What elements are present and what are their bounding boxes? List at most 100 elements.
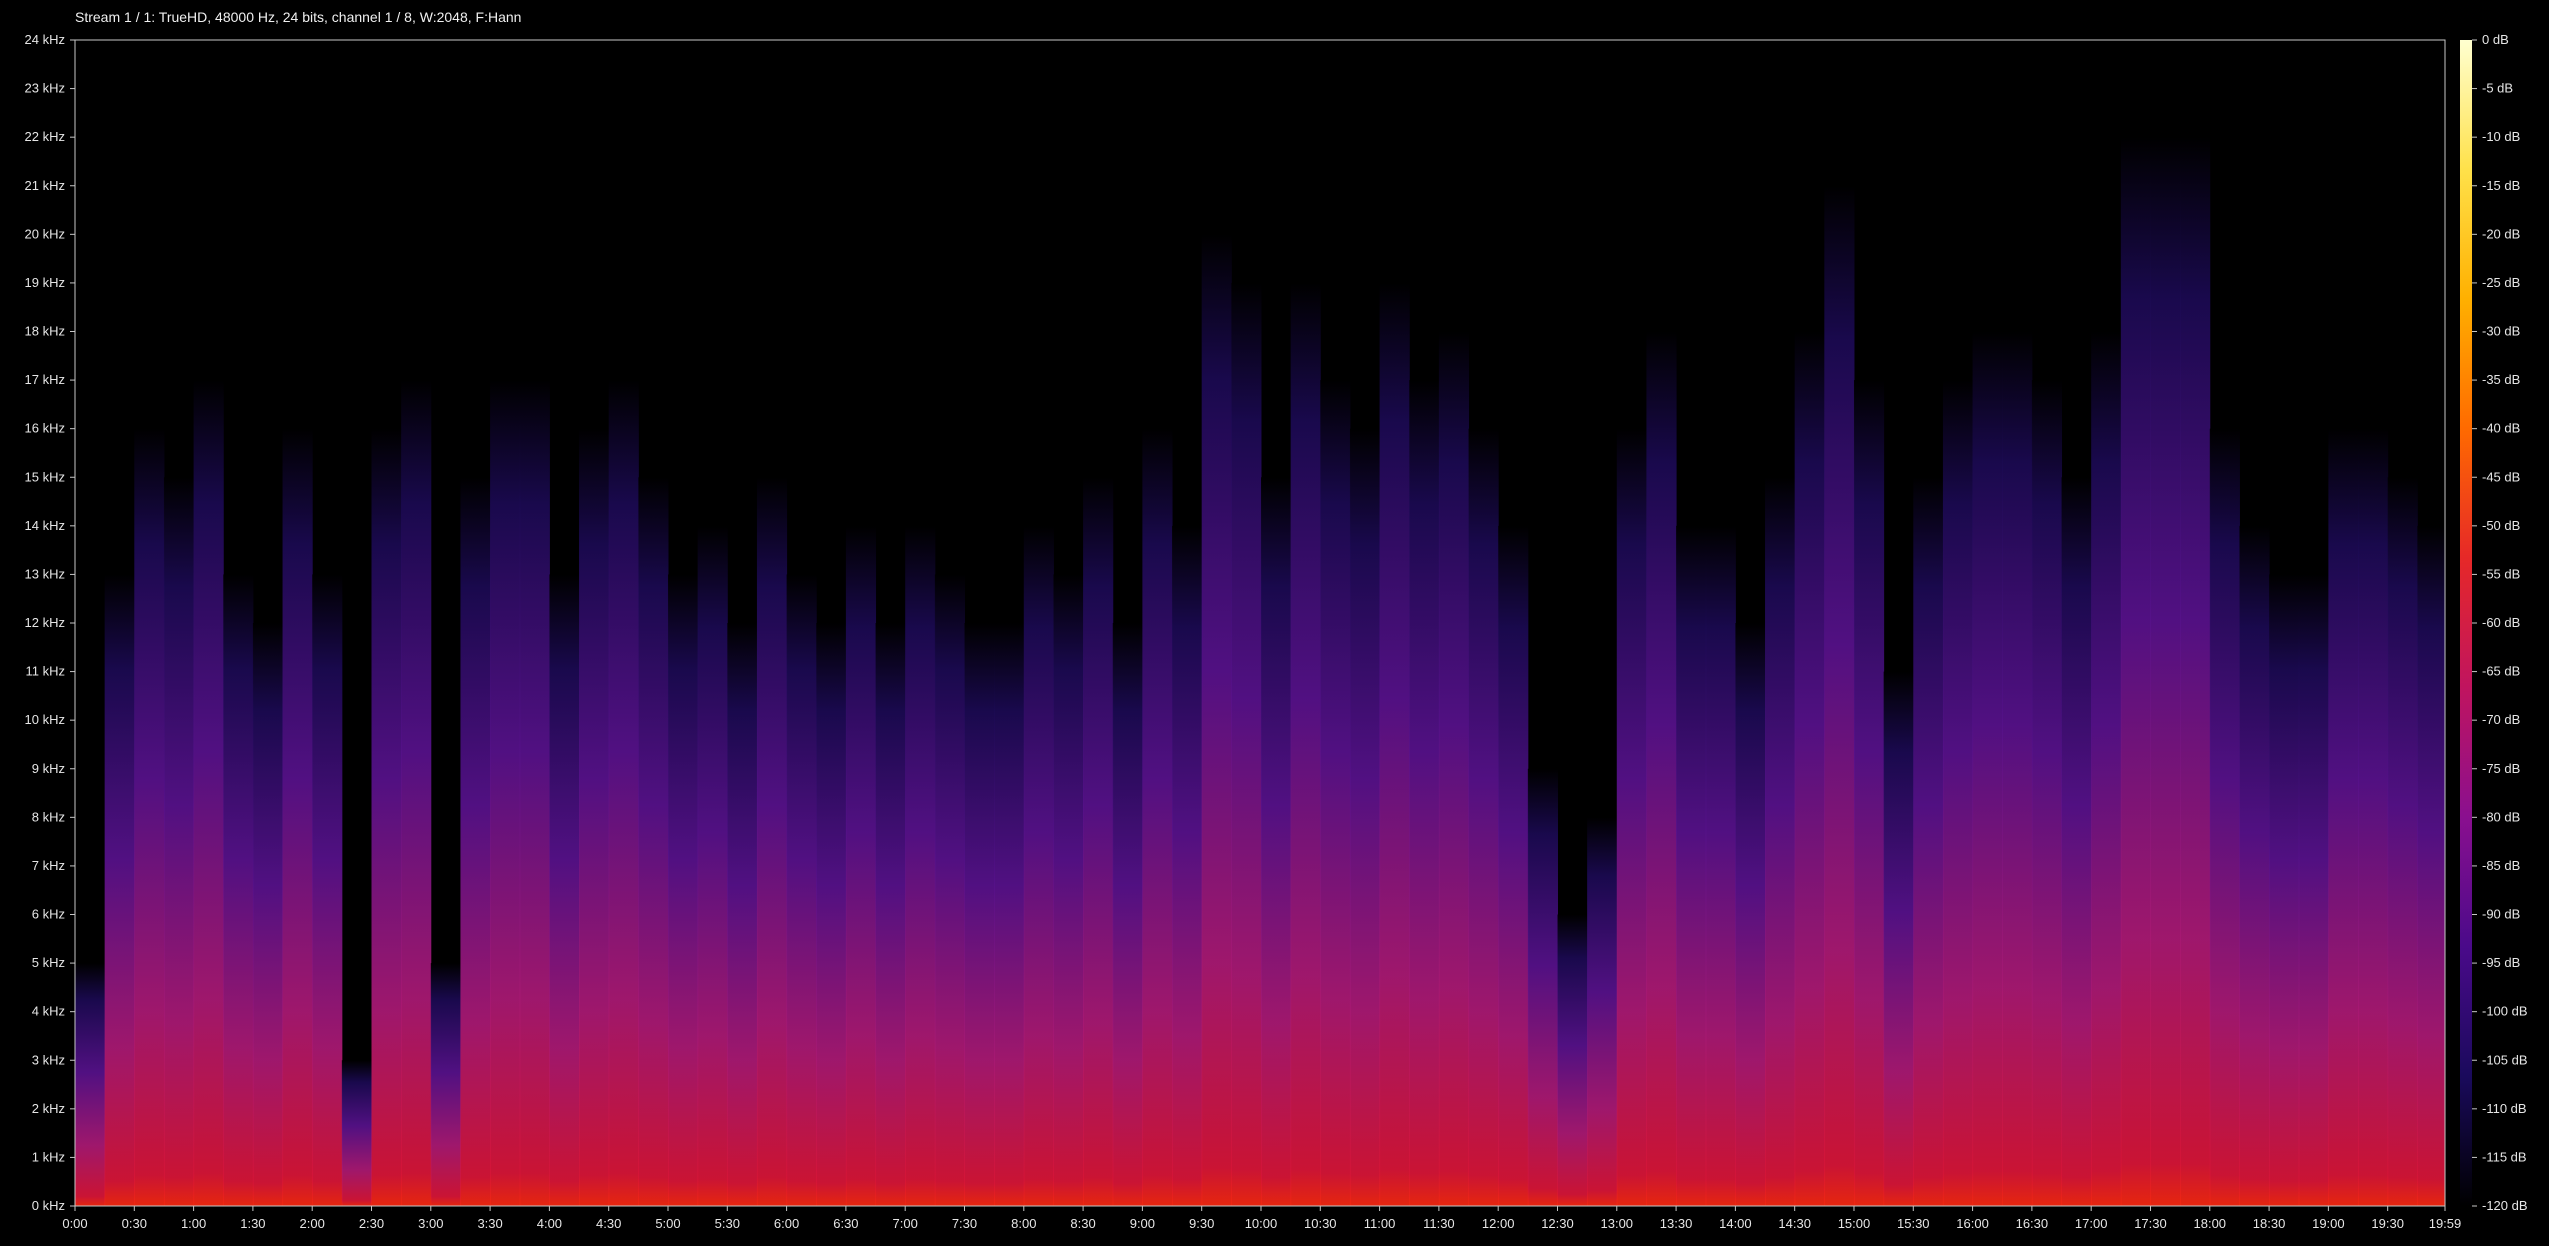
x-tick-label: 8:00 [1011, 1216, 1036, 1231]
y-tick-label: 2 kHz [32, 1101, 65, 1116]
colorbar-tick-label: -120 dB [2482, 1198, 2528, 1213]
spectrogram-band [430, 963, 461, 1206]
spectrogram-band [875, 623, 906, 1206]
x-tick-label: 12:30 [1541, 1216, 1574, 1231]
spectrogram-band [223, 574, 254, 1206]
x-tick-label: 7:00 [893, 1216, 918, 1231]
colorbar-tick-label: -15 dB [2482, 178, 2520, 193]
spectrogram-band [312, 574, 343, 1206]
spectrogram-band [1083, 477, 1114, 1206]
spectrogram-band [1942, 380, 1974, 1206]
x-tick-label: 17:00 [2075, 1216, 2108, 1231]
spectrogram-band [905, 525, 936, 1206]
spectrogram-band [104, 574, 135, 1206]
x-tick-label: 7:30 [952, 1216, 977, 1231]
x-tick-label: 12:00 [1482, 1216, 1515, 1231]
x-tick-label: 0:30 [122, 1216, 147, 1231]
x-tick-label: 2:30 [359, 1216, 384, 1231]
spectrogram-band [1794, 331, 1825, 1206]
spectrogram-band [727, 623, 758, 1206]
spectrogram-band [1824, 185, 1855, 1206]
spectrogram-chart: 0:00 0:30 1:00 1:30 2:00 2:30 3:00 3:30 4:00 4:30… [25, 32, 2528, 1231]
colorbar-tick-label: -60 dB [2482, 615, 2520, 630]
y-tick-label: 15 kHz [25, 469, 65, 484]
spectrogram-band [1587, 817, 1618, 1206]
x-tick-label: 0:00 [62, 1216, 87, 1231]
colorbar-tick-label: -100 dB [2482, 1004, 2528, 1019]
spectrogram-band [1676, 525, 1707, 1206]
spectrogram-band [193, 380, 224, 1206]
y-tick-label: 5 kHz [32, 955, 65, 970]
y-tick-label: 20 kHz [25, 226, 65, 241]
spectrogram-band [786, 574, 817, 1206]
spectrogram-band [1527, 768, 1558, 1206]
spectrogram-band [2298, 574, 2329, 1206]
x-tick-label: 1:00 [181, 1216, 206, 1231]
x-tick-label: 18:30 [2253, 1216, 2286, 1231]
spectrogram-band [282, 428, 313, 1207]
colorbar-tick-label: -55 dB [2482, 566, 2520, 581]
spectrogram-band [608, 380, 639, 1206]
x-tick-label: 9:00 [1130, 1216, 1155, 1231]
spectrogram-band [1853, 380, 1885, 1206]
colorbar-tick-label: -105 dB [2482, 1052, 2528, 1067]
colorbar-tick-label: -20 dB [2482, 226, 2520, 241]
y-tick-label: 11 kHz [26, 664, 66, 679]
spectrogram-band [1557, 914, 1588, 1206]
colorbar-tick-label: -35 dB [2482, 372, 2520, 387]
y-tick-label: 12 kHz [25, 615, 65, 630]
spectrogram-band [1765, 477, 1796, 1206]
spectrogram-band [1231, 282, 1262, 1207]
x-tick-label: 13:30 [1660, 1216, 1693, 1231]
x-tick-label: 18:00 [2194, 1216, 2227, 1231]
spectrogram-band [1290, 282, 1321, 1207]
spectrogram-band [1142, 428, 1173, 1207]
spectrogram-band [697, 525, 728, 1206]
colorbar-axis: 0 dB -5 dB -10 dB -15 dB -20 dB -25 dB -30 dB -… [2472, 32, 2528, 1213]
colorbar-tick-label: -50 dB [2482, 518, 2520, 533]
x-tick-label: 3:30 [477, 1216, 502, 1231]
spectrogram-band [1438, 331, 1470, 1206]
spectrogram-band [816, 623, 847, 1206]
spectrogram-band [1023, 525, 1054, 1206]
y-axis: 0 kHz 1 kHz 2 kHz 3 kHz 4 kHz 5 kHz 6 kHz 7 kHz… [25, 32, 75, 1213]
x-tick-label: 19:00 [2312, 1216, 2345, 1231]
y-tick-label: 21 kHz [25, 178, 65, 193]
y-tick-label: 17 kHz [25, 372, 65, 387]
spectrogram-band [1498, 525, 1529, 1206]
x-tick-label: 16:00 [1956, 1216, 1989, 1231]
y-tick-label: 14 kHz [25, 518, 65, 533]
colorbar-tick-label: -70 dB [2482, 712, 2520, 727]
spectrogram-band [2061, 477, 2092, 1206]
colorbar-tick-label: -10 dB [2482, 129, 2520, 144]
colorbar-tick-label: -75 dB [2482, 761, 2520, 776]
y-tick-label: 18 kHz [25, 324, 65, 339]
x-tick-label: 15:30 [1897, 1216, 1930, 1231]
spectrogram-band [2328, 428, 2359, 1207]
spectrogram-band [2358, 428, 2389, 1207]
colorbar-tick-label: -85 dB [2482, 858, 2520, 873]
x-tick-label: 11:00 [1364, 1216, 1396, 1231]
x-tick-label: 4:00 [537, 1216, 562, 1231]
spectrogram-band [1320, 380, 1351, 1206]
spectrogram-band [401, 380, 432, 1206]
spectrogram-band [75, 963, 106, 1206]
spectrogram-band [579, 428, 610, 1207]
spectrogram-band [1409, 380, 1440, 1206]
spectrogram-band [2417, 525, 2446, 1206]
spectrogram-band [1349, 428, 1381, 1207]
x-tick-label: 8:30 [1070, 1216, 1095, 1231]
y-tick-label: 22 kHz [25, 129, 65, 144]
y-tick-label: 19 kHz [25, 275, 65, 290]
spectrogram-band [2002, 331, 2033, 1206]
spectrogram-band [163, 477, 195, 1206]
x-tick-label: 4:30 [596, 1216, 621, 1231]
x-tick-label: 14:30 [1778, 1216, 1811, 1231]
y-tick-label: 3 kHz [32, 1052, 65, 1067]
y-tick-label: 7 kHz [32, 858, 65, 873]
colorbar-tick-label: -45 dB [2482, 469, 2520, 484]
spectrogram-band [964, 623, 995, 1206]
x-tick-label: 6:00 [774, 1216, 799, 1231]
x-tick-label: 14:00 [1719, 1216, 1752, 1231]
x-tick-label: 19:30 [2371, 1216, 2404, 1231]
